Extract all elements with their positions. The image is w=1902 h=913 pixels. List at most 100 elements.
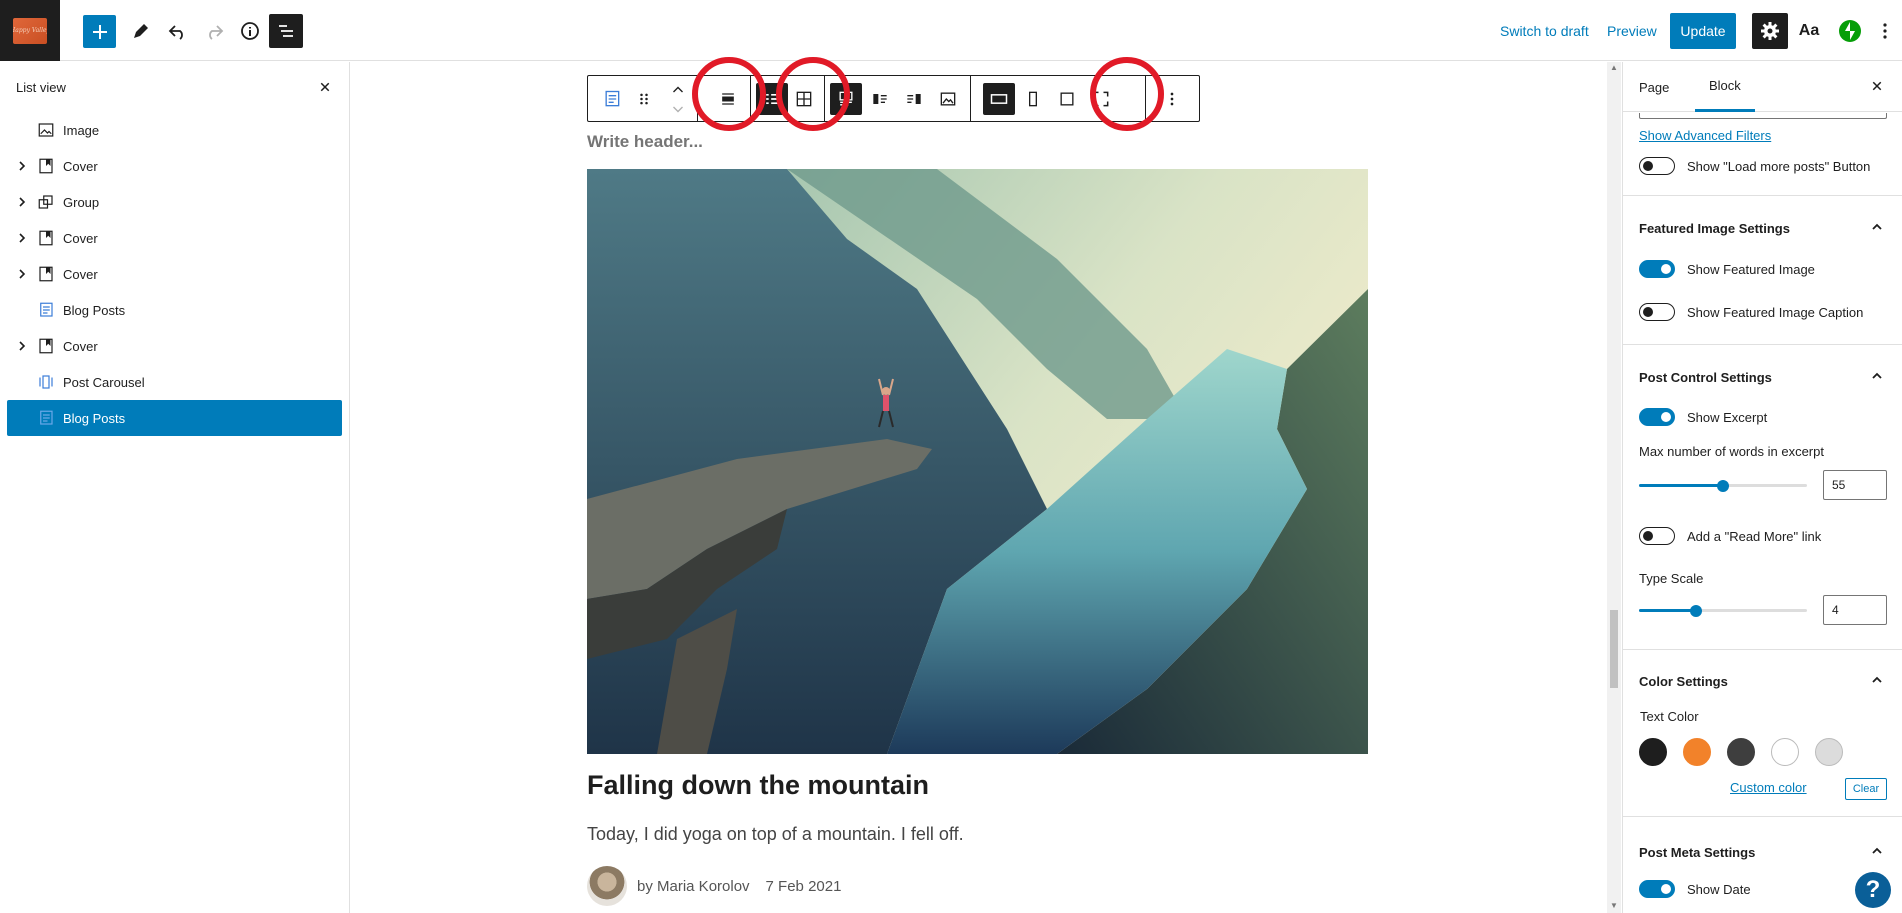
post-title[interactable]: Falling down the mountain: [587, 770, 929, 801]
scroll-down-icon[interactable]: ▼: [1610, 902, 1618, 910]
color-swatch[interactable]: [1815, 738, 1843, 766]
list-view-item-cover[interactable]: Cover: [7, 220, 342, 256]
show-date-label: Show Date: [1687, 882, 1751, 897]
list-view-item-post-carousel[interactable]: Post Carousel: [7, 364, 342, 400]
pencil-icon: [134, 24, 148, 38]
options-menu-button[interactable]: [1868, 14, 1902, 48]
align-center-icon: [722, 93, 734, 105]
cover-icon: [35, 155, 57, 177]
typography-button[interactable]: Aa: [1792, 14, 1826, 48]
chevron-up-icon[interactable]: [1870, 844, 1884, 858]
list-view-button[interactable]: [269, 14, 303, 48]
portrait-ratio-button[interactable]: [1017, 83, 1049, 115]
list-view-item-image[interactable]: Image: [7, 112, 342, 148]
color-swatch[interactable]: [1683, 738, 1711, 766]
chevron-right-icon[interactable]: [16, 340, 28, 352]
show-caption-toggle[interactable]: [1639, 303, 1675, 321]
jetpack-icon: [1839, 20, 1861, 42]
chevron-right-icon[interactable]: [16, 160, 28, 172]
update-button[interactable]: Update: [1670, 13, 1736, 49]
color-swatch[interactable]: [1771, 738, 1799, 766]
image-left-button[interactable]: [864, 83, 896, 115]
color-swatch[interactable]: [1727, 738, 1755, 766]
chevron-up-icon[interactable]: [1870, 673, 1884, 687]
type-scale-slider-thumb[interactable]: [1690, 605, 1702, 617]
settings-button[interactable]: [1752, 13, 1788, 49]
align-button[interactable]: [712, 83, 744, 115]
settings-sidebar: Page Block Show Advanced Filters Show "L…: [1622, 62, 1902, 913]
canvas-scrollbar[interactable]: ▲ ▼: [1607, 62, 1621, 913]
jetpack-button[interactable]: [1833, 14, 1867, 48]
scroll-up-icon[interactable]: ▲: [1610, 64, 1618, 72]
image-right-button[interactable]: [898, 83, 930, 115]
info-icon: [241, 22, 259, 40]
full-width-button[interactable]: [1085, 83, 1117, 115]
chevron-down-icon: [673, 106, 683, 113]
question-mark-icon: ?: [1865, 876, 1881, 903]
list-view-item-cover[interactable]: Cover: [7, 256, 342, 292]
block-inserter-button[interactable]: [83, 15, 116, 48]
details-button[interactable]: [233, 14, 267, 48]
chevron-right-icon[interactable]: [16, 232, 28, 244]
gear-icon: [1761, 22, 1779, 40]
preview-link[interactable]: Preview: [1607, 0, 1657, 61]
block-options-button[interactable]: [1156, 83, 1188, 115]
read-more-toggle[interactable]: [1639, 527, 1675, 545]
redo-button[interactable]: [197, 14, 231, 48]
list-layout-button[interactable]: [756, 83, 788, 115]
color-settings-title[interactable]: Color Settings: [1639, 674, 1728, 689]
scroll-thumb[interactable]: [1610, 610, 1618, 688]
tab-block[interactable]: Block: [1695, 62, 1755, 112]
chevron-up-icon[interactable]: [1870, 369, 1884, 383]
help-button[interactable]: ?: [1855, 872, 1891, 908]
undo-button[interactable]: [161, 14, 195, 48]
write-header-placeholder[interactable]: Write header...: [587, 132, 703, 152]
grid-layout-button[interactable]: [788, 83, 820, 115]
landscape-ratio-button[interactable]: [983, 83, 1015, 115]
close-settings-button[interactable]: [1868, 77, 1886, 100]
close-list-view-button[interactable]: [315, 77, 335, 97]
site-logo-button[interactable]: Happy Valley: [0, 0, 60, 61]
chevron-right-icon[interactable]: [16, 268, 28, 280]
max-words-slider-thumb[interactable]: [1717, 480, 1729, 492]
max-words-input[interactable]: [1823, 470, 1887, 500]
custom-color-link[interactable]: Custom color: [1730, 780, 1807, 795]
redo-icon: [209, 25, 224, 40]
list-view-item-blog-posts-selected[interactable]: Blog Posts: [7, 400, 342, 436]
show-excerpt-toggle[interactable]: [1639, 408, 1675, 426]
group-icon: [35, 191, 57, 213]
color-swatch[interactable]: [1639, 738, 1667, 766]
type-scale-input[interactable]: [1823, 595, 1887, 625]
chevron-right-icon[interactable]: [16, 196, 28, 208]
list-view-item-blog-posts[interactable]: Blog Posts: [7, 292, 342, 328]
move-down-button[interactable]: [662, 100, 694, 120]
drag-handle[interactable]: [628, 83, 660, 115]
clear-color-button[interactable]: Clear: [1845, 778, 1887, 800]
advanced-filters-field[interactable]: [1639, 113, 1887, 119]
max-words-label: Max number of words in excerpt: [1639, 444, 1824, 459]
show-advanced-filters-link[interactable]: Show Advanced Filters: [1639, 128, 1771, 143]
show-date-toggle[interactable]: [1639, 880, 1675, 898]
list-view-item-cover[interactable]: Cover: [7, 148, 342, 184]
max-words-slider-fill: [1639, 484, 1723, 487]
block-type-button[interactable]: [596, 83, 628, 115]
image-background-button[interactable]: [932, 83, 964, 115]
move-up-button[interactable]: [662, 79, 694, 99]
list-view-item-cover[interactable]: Cover: [7, 328, 342, 364]
post-meta-settings-title[interactable]: Post Meta Settings: [1639, 845, 1755, 860]
post-author[interactable]: by Maria Korolov: [637, 878, 750, 895]
chevron-up-icon[interactable]: [1870, 220, 1884, 234]
type-scale-slider-fill: [1639, 609, 1696, 612]
cover-icon: [35, 263, 57, 285]
list-view-item-group[interactable]: Group: [7, 184, 342, 220]
tools-button[interactable]: [124, 14, 158, 48]
show-featured-image-toggle[interactable]: [1639, 260, 1675, 278]
square-ratio-button[interactable]: [1051, 83, 1083, 115]
image-top-button[interactable]: [830, 83, 862, 115]
switch-to-draft-link[interactable]: Switch to draft: [1500, 0, 1589, 61]
tab-page[interactable]: Page: [1639, 62, 1669, 112]
post-featured-image[interactable]: [587, 169, 1368, 754]
featured-image-settings-title[interactable]: Featured Image Settings: [1639, 221, 1790, 236]
post-control-settings-title[interactable]: Post Control Settings: [1639, 370, 1772, 385]
load-more-toggle[interactable]: [1639, 157, 1675, 175]
